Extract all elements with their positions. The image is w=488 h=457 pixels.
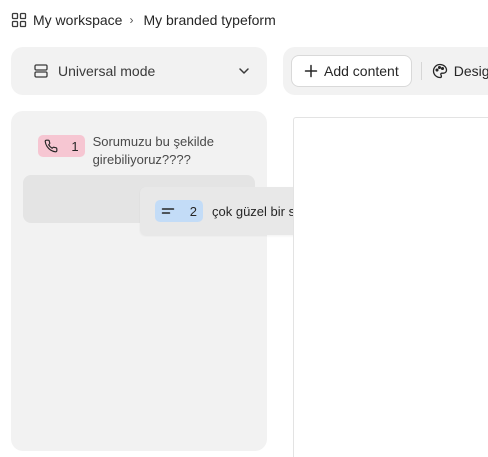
question-number: 1 <box>71 138 79 154</box>
add-content-button[interactable]: Add content <box>291 55 412 87</box>
form-preview-canvas[interactable] <box>293 117 488 457</box>
editor-toolbar: Add content Design <box>283 47 488 95</box>
toolbar-divider <box>420 62 422 80</box>
layers-icon <box>33 63 49 79</box>
question-item-1[interactable]: 1 Sorumuzu bu şekilde girebiliyoruz???? <box>27 133 227 169</box>
add-content-label: Add content <box>324 63 399 79</box>
breadcrumb-form-name[interactable]: My branded typeform <box>143 12 275 28</box>
design-button[interactable]: Design <box>432 63 488 79</box>
breadcrumb-separator: › <box>129 13 134 27</box>
question-badge: 2 <box>155 200 203 222</box>
grid-icon[interactable] <box>11 12 27 28</box>
question-badge: 1 <box>38 135 85 157</box>
plus-icon <box>304 64 318 78</box>
short-text-icon <box>161 204 175 218</box>
breadcrumb: My workspace › My branded typeform <box>11 10 276 30</box>
mode-label: Universal mode <box>58 63 156 79</box>
question-number: 2 <box>189 203 197 219</box>
mode-selector[interactable]: Universal mode <box>11 47 267 95</box>
phone-icon <box>44 139 58 153</box>
question-title: Sorumuzu bu şekilde girebiliyoruz???? <box>92 134 214 167</box>
palette-icon <box>432 63 448 79</box>
breadcrumb-workspace-link[interactable]: My workspace <box>33 12 122 28</box>
design-label: Design <box>453 63 488 79</box>
chevron-down-icon <box>237 64 251 78</box>
